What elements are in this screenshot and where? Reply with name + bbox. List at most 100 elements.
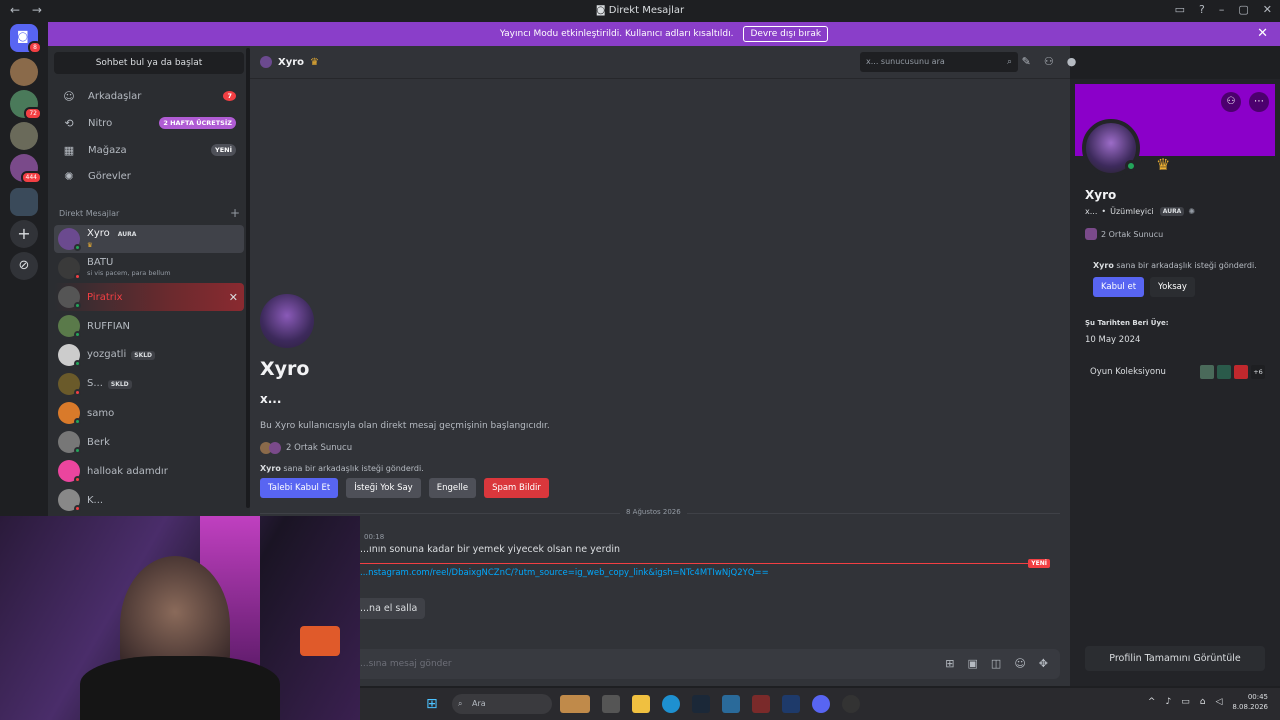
dm-item-samo[interactable]: samo: [54, 399, 244, 427]
nitro-badge: 2 HAFTA ÜCRETSİZ: [159, 117, 236, 129]
profile-ignore-button[interactable]: Yoksay: [1150, 277, 1195, 297]
badge-icon: ✺: [1188, 207, 1196, 216]
widget-icon[interactable]: [560, 695, 590, 713]
home-badge: 8: [28, 41, 42, 54]
game-collection[interactable]: Oyun Koleksiyonu +6: [1085, 361, 1265, 383]
add-server-icon[interactable]: +: [10, 220, 38, 248]
minimize-button[interactable]: –: [1219, 3, 1225, 16]
dm-name: Berk: [87, 436, 110, 448]
dm-item-ruffian[interactable]: RUFFIAN: [54, 312, 244, 340]
nav-quests-label: Görevler: [88, 170, 131, 182]
user-profile-icon[interactable]: ●: [1067, 55, 1077, 68]
file-explorer-icon[interactable]: [632, 695, 650, 713]
server-icon[interactable]: [10, 122, 38, 150]
more-options-icon[interactable]: ⋯: [1249, 92, 1269, 112]
tray-chevron-icon[interactable]: ^: [1148, 697, 1156, 707]
add-friend-icon[interactable]: ⚇: [1221, 92, 1241, 112]
dm-item-k[interactable]: K...: [54, 486, 244, 514]
nav-shop[interactable]: ▦ Mağaza YENİ: [54, 138, 244, 162]
message-composer[interactable]: ...sına mesaj gönder ⊞ ▣ ◫ ☺ ✥: [260, 649, 1060, 679]
close-button[interactable]: ✕: [1263, 3, 1272, 16]
volume-icon[interactable]: ◁: [1215, 697, 1222, 707]
search-placeholder: x... sunucusunu ara: [866, 57, 945, 66]
add-friends-to-dm-icon[interactable]: ⚇: [1044, 55, 1054, 68]
mic-icon[interactable]: ♪: [1165, 697, 1171, 707]
monitor-icon[interactable]: ▭: [1181, 697, 1190, 707]
dm-item-hover[interactable]: Piratrix ✕: [54, 283, 244, 311]
server-icon[interactable]: 72: [10, 90, 42, 120]
discord-taskbar-icon[interactable]: [812, 695, 830, 713]
task-view-icon[interactable]: [602, 695, 620, 713]
disable-streamer-mode-button[interactable]: Devre dışı bırak: [743, 26, 829, 42]
game-thumbnails: +6: [1200, 365, 1265, 379]
guild-tag[interactable]: AURA: [1159, 207, 1185, 216]
steam-icon[interactable]: [692, 695, 710, 713]
wave-button[interactable]: ...na el salla: [350, 598, 426, 619]
inbox-icon[interactable]: ▭: [1175, 3, 1185, 16]
server-icon[interactable]: [10, 58, 38, 86]
block-button[interactable]: Engelle: [428, 478, 477, 498]
create-dm-icon[interactable]: +: [230, 206, 240, 220]
channel-name-text: Xyro: [278, 56, 305, 68]
dm-name: K...: [87, 494, 104, 506]
intro-avatar: [260, 294, 314, 348]
composer-tools: ⊞ ▣ ◫ ☺ ✥: [945, 657, 1048, 670]
server-icon[interactable]: 444: [10, 154, 42, 184]
discover-icon[interactable]: ⊘: [10, 252, 38, 280]
dm-name: halloak adamdır: [87, 465, 168, 477]
dm-item-s[interactable]: S... SKLD: [54, 370, 244, 398]
profile-avatar[interactable]: [1082, 119, 1140, 177]
search-icon: ⌕: [458, 699, 463, 708]
member-since-date: 10 May 2024: [1085, 335, 1141, 345]
search-input[interactable]: x... sunucusunu ara ⌕: [860, 52, 1018, 72]
avatar: [58, 431, 81, 454]
dm-item-batu[interactable]: BATU si vis pacem, para bellum: [54, 254, 244, 282]
sticker-icon[interactable]: ◫: [991, 657, 1001, 670]
pin-icon[interactable]: ✎: [1022, 55, 1031, 68]
game-icon: [1217, 365, 1231, 379]
app-icon[interactable]: [722, 695, 740, 713]
app-icon[interactable]: [842, 695, 860, 713]
dm-item-berk[interactable]: Berk: [54, 428, 244, 456]
help-icon[interactable]: ?: [1199, 3, 1205, 16]
gif-icon[interactable]: ▣: [968, 657, 978, 670]
edge-icon[interactable]: [662, 695, 680, 713]
dm-item-yozgatli[interactable]: yozgatli SKLD: [54, 341, 244, 369]
vscode-icon[interactable]: [782, 695, 800, 713]
gift-icon[interactable]: ⊞: [945, 657, 954, 670]
avatar: [58, 257, 81, 280]
close-dm-icon[interactable]: ✕: [229, 291, 238, 304]
find-conversation-button[interactable]: Sohbet bul ya da başlat: [54, 52, 244, 74]
accept-request-button[interactable]: Talebi Kabul Et: [260, 478, 339, 498]
nav-friends[interactable]: ☺ Arkadaşlar 7: [54, 84, 244, 108]
server-icon[interactable]: [10, 188, 38, 216]
taskbar-apps: [560, 695, 860, 713]
banner-close-icon[interactable]: ✕: [1257, 26, 1268, 41]
view-full-profile-button[interactable]: Profilin Tamamını Görüntüle: [1085, 646, 1265, 671]
window-controls: ▭ ? – ▢ ✕: [1175, 3, 1272, 16]
nav-quests[interactable]: ✺ Görevler: [54, 164, 244, 188]
report-spam-button[interactable]: Spam Bildir: [484, 478, 549, 498]
profile-accept-button[interactable]: Kabul et: [1093, 277, 1145, 297]
maximize-button[interactable]: ▢: [1238, 3, 1248, 16]
header-avatar: [260, 56, 272, 68]
game-icon: [1234, 365, 1248, 379]
clock[interactable]: 00:45 8.08.2026: [1232, 692, 1268, 712]
home-button[interactable]: ◙ 8: [10, 24, 42, 54]
dm-item-halloak[interactable]: halloak adamdır: [54, 457, 244, 485]
avatar: [58, 460, 81, 483]
profile-mutual-servers[interactable]: 2 Ortak Sunucu: [1085, 228, 1163, 240]
message-link[interactable]: ...nstagram.com/reel/DbaixgNCZnC/?utm_so…: [360, 568, 769, 578]
emoji-icon[interactable]: ☺: [1014, 657, 1025, 670]
ignore-request-button[interactable]: İsteği Yok Say: [346, 478, 421, 498]
nav-nitro[interactable]: ⟲ Nitro 2 HAFTA ÜCRETSİZ: [54, 111, 244, 135]
apps-icon[interactable]: ✥: [1039, 657, 1048, 670]
taskbar-search[interactable]: ⌕ Ara: [452, 694, 552, 714]
network-icon[interactable]: ⌂: [1200, 697, 1206, 707]
title-bar: ← → ◙ Direkt Mesajlar ▭ ? – ▢ ✕: [0, 0, 1280, 22]
dm-item-xyro[interactable]: Xyro AURA ♛: [54, 225, 244, 253]
start-icon[interactable]: ⊞: [426, 696, 438, 712]
request-text: sana bir arkadaşlık isteği gönderdi.: [280, 464, 424, 473]
app-icon[interactable]: [752, 695, 770, 713]
mutual-servers[interactable]: 2 Ortak Sunucu: [260, 442, 352, 454]
